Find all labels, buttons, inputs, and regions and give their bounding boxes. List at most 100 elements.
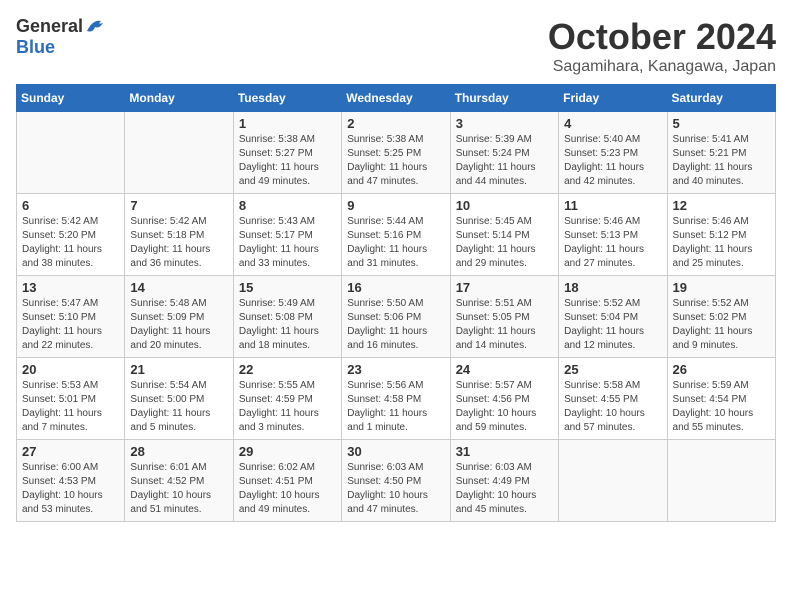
day-number: 6 [22, 198, 119, 213]
day-info: Sunrise: 5:55 AM Sunset: 4:59 PM Dayligh… [239, 379, 336, 435]
calendar-cell [17, 112, 125, 194]
day-number: 10 [456, 198, 553, 213]
day-number: 17 [456, 280, 553, 295]
calendar-cell: 17Sunrise: 5:51 AM Sunset: 5:05 PM Dayli… [450, 276, 558, 358]
calendar-week-row: 1Sunrise: 5:38 AM Sunset: 5:27 PM Daylig… [17, 112, 776, 194]
calendar-cell: 7 Sunrise: 5:42 AM Sunset: 5:18 PM Daylig… [125, 194, 233, 276]
weekday-header-sunday: Sunday [17, 85, 125, 112]
weekday-header-friday: Friday [559, 85, 667, 112]
day-number: 9 [347, 198, 444, 213]
calendar-cell: 14Sunrise: 5:48 AM Sunset: 5:09 PM Dayli… [125, 276, 233, 358]
day-number: 2 [347, 116, 444, 131]
day-number: 29 [239, 444, 336, 459]
day-number: 5 [673, 116, 770, 131]
calendar-header: SundayMondayTuesdayWednesdayThursdayFrid… [17, 85, 776, 112]
day-info: Sunrise: 5:40 AM Sunset: 5:23 PM Dayligh… [564, 133, 661, 189]
day-number: 27 [22, 444, 119, 459]
weekday-header-monday: Monday [125, 85, 233, 112]
calendar-cell: 4 Sunrise: 5:40 AM Sunset: 5:23 PM Daylig… [559, 112, 667, 194]
day-info: Sunrise: 5:49 AM Sunset: 5:08 PM Dayligh… [239, 297, 336, 353]
day-info: Sunrise: 5:57 AM Sunset: 4:56 PM Dayligh… [456, 379, 553, 435]
calendar-week-row: 6 Sunrise: 5:42 AM Sunset: 5:20 PM Daylig… [17, 194, 776, 276]
day-info: Sunrise: 6:03 AM Sunset: 4:50 PM Dayligh… [347, 461, 444, 517]
calendar-cell: 27 Sunrise: 6:00 AM Sunset: 4:53 PM Dayli… [17, 440, 125, 522]
calendar-cell [125, 112, 233, 194]
day-info: Sunrise: 5:46 AM Sunset: 5:12 PM Dayligh… [673, 215, 770, 271]
day-info: Sunrise: 5:46 AM Sunset: 5:13 PM Dayligh… [564, 215, 661, 271]
calendar-cell: 20Sunrise: 5:53 AM Sunset: 5:01 PM Dayli… [17, 358, 125, 440]
calendar-cell: 24Sunrise: 5:57 AM Sunset: 4:56 PM Dayli… [450, 358, 558, 440]
day-number: 3 [456, 116, 553, 131]
day-info: Sunrise: 5:50 AM Sunset: 5:06 PM Dayligh… [347, 297, 444, 353]
calendar-cell: 8Sunrise: 5:43 AM Sunset: 5:17 PM Daylig… [233, 194, 341, 276]
day-info: Sunrise: 5:38 AM Sunset: 5:27 PM Dayligh… [239, 133, 336, 189]
logo-blue-text: Blue [16, 37, 55, 58]
calendar-cell: 2 Sunrise: 5:38 AM Sunset: 5:25 PM Daylig… [342, 112, 450, 194]
calendar-cell: 19Sunrise: 5:52 AM Sunset: 5:02 PM Dayli… [667, 276, 775, 358]
weekday-header-saturday: Saturday [667, 85, 775, 112]
calendar-cell: 10 Sunrise: 5:45 AM Sunset: 5:14 PM Dayli… [450, 194, 558, 276]
calendar-cell: 21Sunrise: 5:54 AM Sunset: 5:00 PM Dayli… [125, 358, 233, 440]
location-title: Sagamihara, Kanagawa, Japan [548, 58, 776, 76]
day-info: Sunrise: 5:41 AM Sunset: 5:21 PM Dayligh… [673, 133, 770, 189]
calendar-cell [559, 440, 667, 522]
day-number: 4 [564, 116, 661, 131]
logo: General Blue [16, 16, 107, 58]
day-info: Sunrise: 5:56 AM Sunset: 4:58 PM Dayligh… [347, 379, 444, 435]
calendar-cell: 15Sunrise: 5:49 AM Sunset: 5:08 PM Dayli… [233, 276, 341, 358]
calendar-cell: 12 Sunrise: 5:46 AM Sunset: 5:12 PM Dayli… [667, 194, 775, 276]
calendar-cell: 22 Sunrise: 5:55 AM Sunset: 4:59 PM Dayli… [233, 358, 341, 440]
logo-bird-icon [85, 17, 107, 35]
day-number: 31 [456, 444, 553, 459]
calendar-cell: 23 Sunrise: 5:56 AM Sunset: 4:58 PM Dayli… [342, 358, 450, 440]
calendar-cell: 13Sunrise: 5:47 AM Sunset: 5:10 PM Dayli… [17, 276, 125, 358]
weekday-header-wednesday: Wednesday [342, 85, 450, 112]
calendar-cell: 9 Sunrise: 5:44 AM Sunset: 5:16 PM Daylig… [342, 194, 450, 276]
weekday-header-row: SundayMondayTuesdayWednesdayThursdayFrid… [17, 85, 776, 112]
day-info: Sunrise: 5:52 AM Sunset: 5:04 PM Dayligh… [564, 297, 661, 353]
calendar-cell: 25 Sunrise: 5:58 AM Sunset: 4:55 PM Dayli… [559, 358, 667, 440]
calendar-cell: 6 Sunrise: 5:42 AM Sunset: 5:20 PM Daylig… [17, 194, 125, 276]
calendar-body: 1Sunrise: 5:38 AM Sunset: 5:27 PM Daylig… [17, 112, 776, 522]
day-number: 22 [239, 362, 336, 377]
day-info: Sunrise: 5:48 AM Sunset: 5:09 PM Dayligh… [130, 297, 227, 353]
day-info: Sunrise: 5:44 AM Sunset: 5:16 PM Dayligh… [347, 215, 444, 271]
calendar-week-row: 20Sunrise: 5:53 AM Sunset: 5:01 PM Dayli… [17, 358, 776, 440]
day-number: 12 [673, 198, 770, 213]
calendar-cell: 5 Sunrise: 5:41 AM Sunset: 5:21 PM Daylig… [667, 112, 775, 194]
day-info: Sunrise: 6:02 AM Sunset: 4:51 PM Dayligh… [239, 461, 336, 517]
day-info: Sunrise: 5:45 AM Sunset: 5:14 PM Dayligh… [456, 215, 553, 271]
day-info: Sunrise: 5:42 AM Sunset: 5:18 PM Dayligh… [130, 215, 227, 271]
calendar-cell: 16 Sunrise: 5:50 AM Sunset: 5:06 PM Dayli… [342, 276, 450, 358]
calendar-cell: 26 Sunrise: 5:59 AM Sunset: 4:54 PM Dayli… [667, 358, 775, 440]
day-number: 19 [673, 280, 770, 295]
calendar-cell: 18 Sunrise: 5:52 AM Sunset: 5:04 PM Dayli… [559, 276, 667, 358]
day-info: Sunrise: 5:42 AM Sunset: 5:20 PM Dayligh… [22, 215, 119, 271]
day-number: 26 [673, 362, 770, 377]
day-info: Sunrise: 5:59 AM Sunset: 4:54 PM Dayligh… [673, 379, 770, 435]
page-header: General Blue October 2024 Sagamihara, Ka… [16, 16, 776, 76]
calendar-cell: 28 Sunrise: 6:01 AM Sunset: 4:52 PM Dayli… [125, 440, 233, 522]
calendar-cell: 30 Sunrise: 6:03 AM Sunset: 4:50 PM Dayli… [342, 440, 450, 522]
day-number: 7 [130, 198, 227, 213]
calendar-cell: 3 Sunrise: 5:39 AM Sunset: 5:24 PM Daylig… [450, 112, 558, 194]
day-info: Sunrise: 5:38 AM Sunset: 5:25 PM Dayligh… [347, 133, 444, 189]
title-area: October 2024 Sagamihara, Kanagawa, Japan [548, 16, 776, 76]
weekday-header-tuesday: Tuesday [233, 85, 341, 112]
day-info: Sunrise: 5:58 AM Sunset: 4:55 PM Dayligh… [564, 379, 661, 435]
day-number: 18 [564, 280, 661, 295]
day-number: 30 [347, 444, 444, 459]
day-number: 28 [130, 444, 227, 459]
month-title: October 2024 [548, 16, 776, 58]
day-info: Sunrise: 6:01 AM Sunset: 4:52 PM Dayligh… [130, 461, 227, 517]
day-info: Sunrise: 5:39 AM Sunset: 5:24 PM Dayligh… [456, 133, 553, 189]
day-info: Sunrise: 5:47 AM Sunset: 5:10 PM Dayligh… [22, 297, 119, 353]
day-number: 23 [347, 362, 444, 377]
day-number: 16 [347, 280, 444, 295]
day-info: Sunrise: 6:00 AM Sunset: 4:53 PM Dayligh… [22, 461, 119, 517]
day-info: Sunrise: 5:54 AM Sunset: 5:00 PM Dayligh… [130, 379, 227, 435]
day-number: 20 [22, 362, 119, 377]
calendar-cell: 11 Sunrise: 5:46 AM Sunset: 5:13 PM Dayli… [559, 194, 667, 276]
day-number: 11 [564, 198, 661, 213]
day-number: 25 [564, 362, 661, 377]
